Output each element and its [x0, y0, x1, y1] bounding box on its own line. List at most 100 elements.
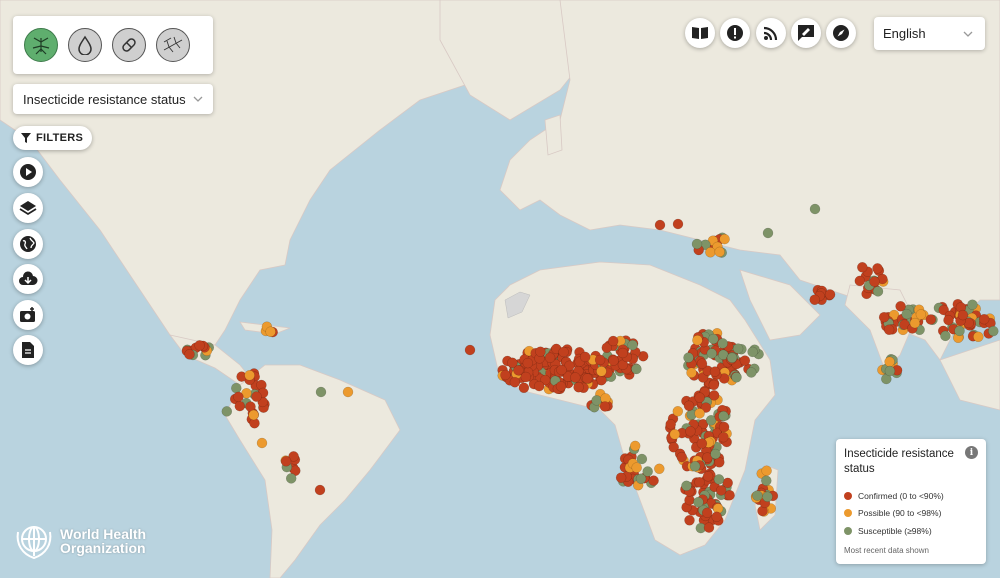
- survey-point[interactable]: [676, 451, 688, 463]
- survey-point[interactable]: [739, 355, 751, 366]
- survey-point[interactable]: [732, 343, 744, 354]
- survey-point[interactable]: [884, 365, 896, 377]
- alert-button[interactable]: [720, 18, 750, 48]
- survey-point[interactable]: [285, 473, 297, 484]
- survey-point[interactable]: [909, 317, 921, 329]
- survey-point[interactable]: [231, 382, 242, 394]
- survey-point[interactable]: [683, 400, 695, 412]
- survey-point[interactable]: [709, 366, 721, 377]
- survey-point[interactable]: [752, 490, 763, 501]
- screenshot-button[interactable]: [13, 300, 43, 330]
- survey-point[interactable]: [809, 294, 820, 305]
- survey-point[interactable]: [967, 299, 978, 310]
- survey-point[interactable]: [683, 352, 694, 363]
- survey-point[interactable]: [599, 401, 611, 412]
- survey-point[interactable]: [544, 352, 556, 363]
- survey-point[interactable]: [607, 335, 619, 347]
- survey-point[interactable]: [872, 286, 884, 297]
- survey-point[interactable]: [500, 369, 511, 381]
- survey-point[interactable]: [518, 382, 530, 394]
- invasive-theme-button[interactable]: [156, 28, 190, 62]
- survey-point[interactable]: [925, 314, 937, 325]
- survey-point[interactable]: [221, 406, 233, 417]
- compass-button[interactable]: [826, 18, 856, 48]
- survey-point[interactable]: [629, 440, 641, 452]
- survey-point[interactable]: [582, 373, 593, 384]
- survey-point[interactable]: [533, 380, 545, 392]
- survey-point[interactable]: [342, 386, 354, 398]
- survey-point[interactable]: [244, 370, 255, 381]
- survey-point[interactable]: [234, 400, 246, 412]
- survey-point[interactable]: [669, 429, 681, 440]
- survey-point[interactable]: [703, 522, 715, 533]
- survey-point[interactable]: [694, 408, 705, 419]
- survey-point[interactable]: [901, 308, 912, 320]
- survey-point[interactable]: [973, 331, 984, 343]
- survey-point[interactable]: [715, 485, 727, 496]
- survey-point[interactable]: [684, 515, 695, 526]
- survey-point[interactable]: [520, 371, 532, 383]
- survey-point[interactable]: [535, 346, 546, 357]
- survey-point[interactable]: [686, 367, 697, 378]
- globe-button[interactable]: [13, 229, 43, 259]
- survey-point[interactable]: [558, 346, 569, 358]
- survey-point[interactable]: [711, 511, 722, 523]
- info-icon[interactable]: i: [965, 446, 978, 459]
- survey-point[interactable]: [642, 466, 653, 477]
- survey-point[interactable]: [509, 376, 521, 388]
- survey-point[interactable]: [615, 472, 627, 483]
- feedback-button[interactable]: [791, 18, 821, 48]
- survey-point[interactable]: [718, 421, 730, 433]
- survey-point[interactable]: [869, 276, 880, 287]
- survey-point[interactable]: [648, 475, 659, 486]
- survey-point[interactable]: [694, 477, 705, 488]
- survey-point[interactable]: [627, 339, 638, 351]
- prevention-theme-button[interactable]: [68, 28, 102, 62]
- survey-point[interactable]: [233, 391, 244, 403]
- layers-button[interactable]: [13, 193, 43, 223]
- survey-point[interactable]: [731, 372, 742, 383]
- survey-point[interactable]: [654, 463, 665, 475]
- survey-point[interactable]: [594, 354, 606, 366]
- survey-point[interactable]: [883, 324, 895, 335]
- book-button[interactable]: [685, 18, 715, 48]
- survey-point[interactable]: [957, 309, 969, 321]
- survey-point[interactable]: [706, 348, 718, 359]
- download-button[interactable]: [13, 264, 43, 294]
- report-button[interactable]: [13, 335, 43, 365]
- survey-point[interactable]: [591, 395, 602, 406]
- survey-point[interactable]: [747, 346, 758, 358]
- survey-point[interactable]: [573, 381, 584, 393]
- survey-point[interactable]: [943, 314, 954, 326]
- survey-point[interactable]: [617, 347, 629, 359]
- survey-point[interactable]: [708, 379, 720, 391]
- survey-point[interactable]: [265, 326, 276, 337]
- treatment-theme-button[interactable]: [112, 28, 146, 62]
- survey-point[interactable]: [693, 496, 704, 508]
- survey-point[interactable]: [714, 246, 725, 258]
- survey-point[interactable]: [988, 325, 999, 337]
- survey-point[interactable]: [654, 219, 666, 231]
- survey-point[interactable]: [631, 363, 642, 375]
- survey-point[interactable]: [726, 352, 738, 364]
- survey-point[interactable]: [954, 325, 965, 337]
- survey-point[interactable]: [665, 419, 676, 430]
- survey-point[interactable]: [878, 311, 890, 323]
- survey-point[interactable]: [672, 218, 684, 230]
- survey-point[interactable]: [696, 438, 708, 449]
- survey-point[interactable]: [746, 367, 757, 378]
- survey-point[interactable]: [719, 233, 730, 245]
- survey-point[interactable]: [570, 372, 581, 383]
- survey-point[interactable]: [857, 262, 868, 273]
- survey-point[interactable]: [579, 351, 591, 363]
- survey-point[interactable]: [915, 309, 927, 320]
- survey-point[interactable]: [854, 275, 866, 287]
- survey-point[interactable]: [280, 456, 292, 467]
- survey-point[interactable]: [696, 358, 708, 369]
- survey-point[interactable]: [872, 263, 883, 274]
- survey-point[interactable]: [761, 465, 772, 476]
- survey-point[interactable]: [692, 334, 703, 346]
- survey-point[interactable]: [194, 340, 205, 351]
- survey-point[interactable]: [315, 386, 327, 398]
- survey-point[interactable]: [717, 338, 728, 349]
